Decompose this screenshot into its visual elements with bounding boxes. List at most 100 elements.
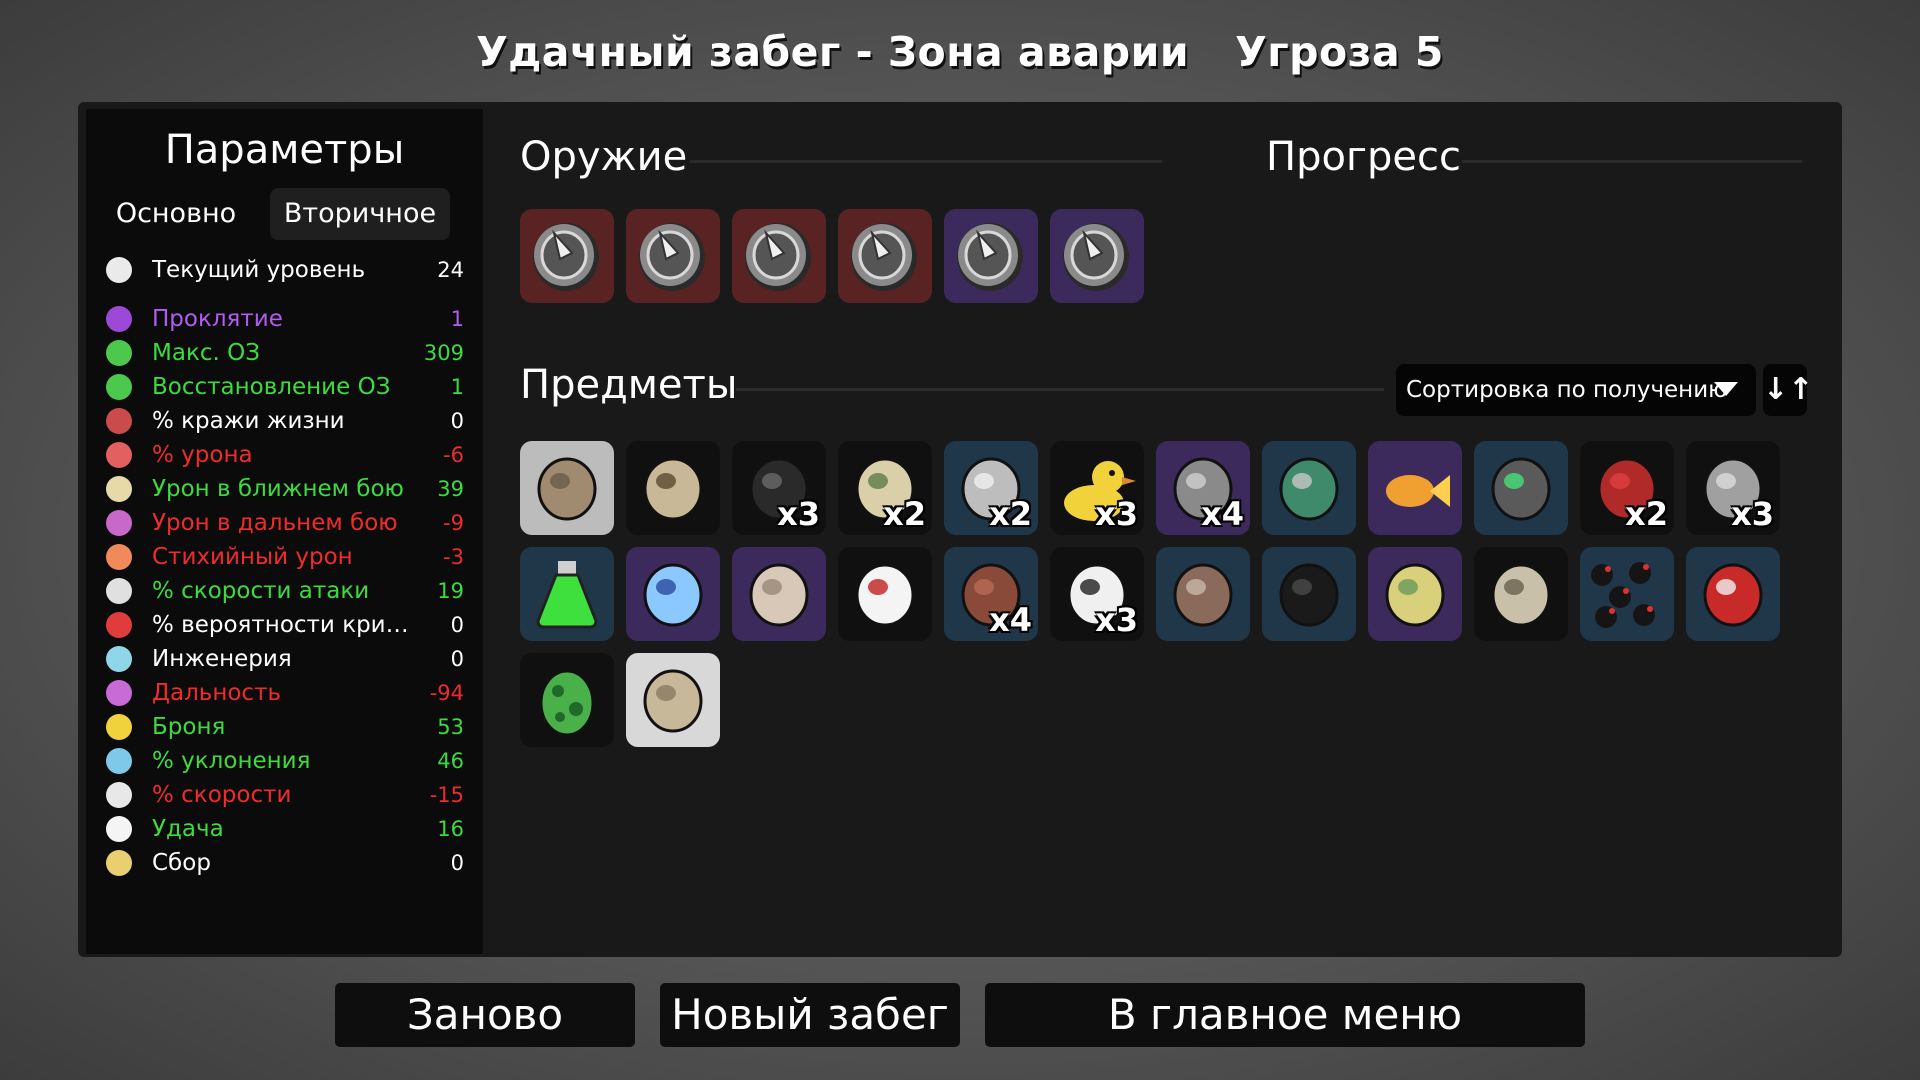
item-slot[interactable] xyxy=(520,653,614,747)
weapon-slot[interactable] xyxy=(520,209,614,303)
stat-label: Макс. ОЗ xyxy=(152,340,260,366)
stat-label: Восстановление ОЗ xyxy=(152,374,391,400)
stat-row: Проклятие 1 xyxy=(106,303,464,335)
item-slot[interactable] xyxy=(732,547,826,641)
stat-value: 0 xyxy=(450,647,464,671)
stat-row: Текущий уровень 24 xyxy=(106,254,464,286)
item-slot[interactable]: x3 xyxy=(732,441,826,535)
dodge-wind-icon xyxy=(106,748,132,774)
item-slot[interactable] xyxy=(626,653,720,747)
item-quantity: x3 xyxy=(1095,495,1138,533)
crit-burst-icon xyxy=(106,612,132,638)
main-menu-button[interactable]: В главное меню xyxy=(985,983,1585,1047)
stat-value: 16 xyxy=(437,817,464,841)
item-slot[interactable] xyxy=(1474,547,1568,641)
item-slot[interactable] xyxy=(1368,547,1462,641)
tab-secondary[interactable]: Вторичное xyxy=(270,188,450,240)
item-slot[interactable] xyxy=(838,547,932,641)
item-slot[interactable] xyxy=(520,441,614,535)
tardigrade-icon xyxy=(749,563,809,627)
stat-label: % вероятности крит. удара xyxy=(152,612,420,638)
snail-icon xyxy=(1491,563,1551,627)
weapon-slot[interactable] xyxy=(1050,209,1144,303)
stat-row: % уклонения 46 xyxy=(106,745,464,777)
weapons-divider xyxy=(690,160,1162,163)
weapon-slot[interactable] xyxy=(732,209,826,303)
muscle-icon xyxy=(106,442,132,468)
tab-primary[interactable]: Основно xyxy=(110,188,242,240)
item-slot[interactable] xyxy=(1156,547,1250,641)
stat-label: Броня xyxy=(152,714,226,740)
stat-value: 1 xyxy=(450,375,464,399)
spiked-shield-icon xyxy=(533,223,599,291)
item-slot[interactable]: x3 xyxy=(1050,441,1144,535)
item-slot[interactable]: x3 xyxy=(1686,441,1780,535)
stat-row: % скорости -15 xyxy=(106,779,464,811)
item-slot[interactable] xyxy=(1262,441,1356,535)
spiked-shield-icon xyxy=(851,223,917,291)
alien-eye-icon xyxy=(643,563,703,627)
sort-dropdown[interactable]: Сортировка по получению xyxy=(1396,364,1756,416)
stat-value: -15 xyxy=(429,783,464,807)
range-signal-icon xyxy=(106,680,132,706)
stat-label: Стихийный урон xyxy=(152,544,353,570)
item-slot[interactable] xyxy=(1474,441,1568,535)
spiked-shield-icon xyxy=(639,223,705,291)
item-slot[interactable] xyxy=(1686,547,1780,641)
heart-plus-icon xyxy=(106,374,132,400)
hourglass-icon xyxy=(106,578,132,604)
weapon-slot[interactable] xyxy=(944,209,1038,303)
item-slot[interactable] xyxy=(626,441,720,535)
item-slot[interactable] xyxy=(1368,441,1462,535)
danger-level: Угроза 5 xyxy=(1235,28,1444,76)
stat-value: 53 xyxy=(437,715,464,739)
progress-divider xyxy=(1462,160,1802,163)
item-slot[interactable]: x2 xyxy=(944,441,1038,535)
item-slot[interactable] xyxy=(1262,547,1356,641)
new-run-button[interactable]: Новый забег xyxy=(660,983,960,1047)
stat-value: -94 xyxy=(429,681,464,705)
item-slot[interactable] xyxy=(520,547,614,641)
item-slot[interactable]: x4 xyxy=(944,547,1038,641)
mortar-icon xyxy=(1279,457,1339,521)
spiked-shield-icon xyxy=(745,223,811,291)
sort-order-button[interactable]: ↓↑ xyxy=(1763,364,1813,416)
stat-label: Урон в дальнем бою xyxy=(152,510,398,536)
fang-mouth-icon xyxy=(855,563,915,627)
item-slot[interactable]: x4 xyxy=(1156,441,1250,535)
curse-eye-icon xyxy=(106,306,132,332)
item-slot[interactable]: x2 xyxy=(838,441,932,535)
run-title-bar: Удачный забег - Зона аварии Угроза 5 xyxy=(0,28,1920,76)
level-up-icon xyxy=(106,257,132,283)
stat-label: % скорости xyxy=(152,782,292,808)
rock-icon xyxy=(643,669,703,733)
item-quantity: x4 xyxy=(989,601,1032,639)
stat-row: Дальность -94 xyxy=(106,677,464,709)
items-divider xyxy=(736,388,1384,391)
stat-label: Урон в ближнем бою xyxy=(152,476,404,502)
bullets-icon xyxy=(1591,562,1655,628)
turret-icon xyxy=(643,457,703,521)
item-quantity: x3 xyxy=(777,495,820,533)
goldfish-icon xyxy=(1386,475,1450,507)
item-slot[interactable] xyxy=(1580,547,1674,641)
wrench-icon xyxy=(106,646,132,672)
stat-label: % уклонения xyxy=(152,748,311,774)
stat-label: % кражи жизни xyxy=(152,408,345,434)
item-slot[interactable]: x3 xyxy=(1050,547,1144,641)
weapon-slot[interactable] xyxy=(626,209,720,303)
potion-icon xyxy=(536,561,598,629)
stat-value: 0 xyxy=(450,409,464,433)
item-slot[interactable]: x2 xyxy=(1580,441,1674,535)
item-quantity: x2 xyxy=(1625,495,1668,533)
stat-label: Инженерия xyxy=(152,646,292,672)
potato-icon xyxy=(537,457,597,521)
stat-row: Сбор 0 xyxy=(106,847,464,879)
black-belt-icon xyxy=(1279,563,1339,627)
weapon-slot[interactable] xyxy=(838,209,932,303)
stat-value: -3 xyxy=(443,545,464,569)
item-slot[interactable] xyxy=(626,547,720,641)
fangs-icon xyxy=(106,408,132,434)
restart-button[interactable]: Заново xyxy=(335,983,635,1047)
stat-label: % урона xyxy=(152,442,253,468)
